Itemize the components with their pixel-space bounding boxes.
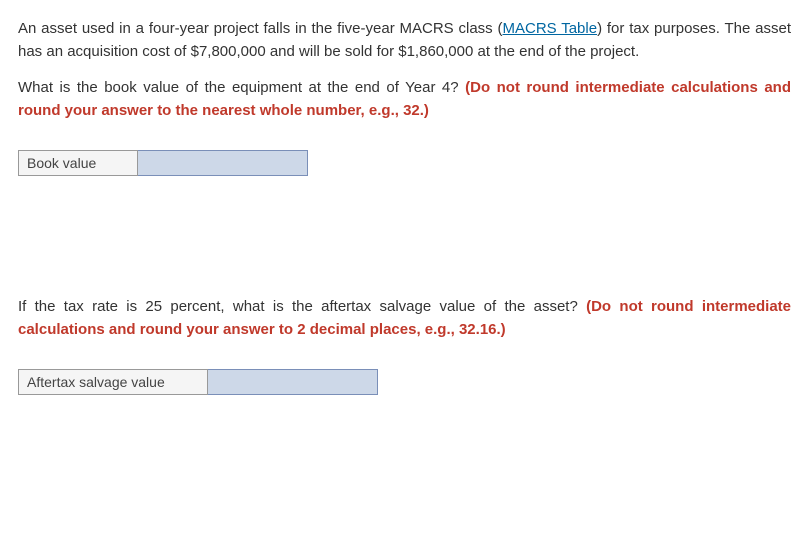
- aftertax-salvage-row: Aftertax salvage value: [18, 369, 791, 395]
- intro-part1: An asset used in a four-year project fal…: [18, 20, 503, 37]
- macrs-table-link[interactable]: MACRS Table: [503, 20, 598, 37]
- book-value-row: Book value: [18, 150, 791, 176]
- question-1: What is the book value of the equipment …: [18, 77, 791, 122]
- question-2: If the tax rate is 25 percent, what is t…: [18, 296, 791, 341]
- q2-text: If the tax rate is 25 percent, what is t…: [18, 298, 586, 315]
- aftertax-salvage-input[interactable]: [208, 369, 378, 395]
- aftertax-salvage-label: Aftertax salvage value: [18, 369, 208, 395]
- problem-intro: An asset used in a four-year project fal…: [18, 18, 791, 63]
- q1-text: What is the book value of the equipment …: [18, 79, 465, 96]
- book-value-input[interactable]: [138, 150, 308, 176]
- book-value-label: Book value: [18, 150, 138, 176]
